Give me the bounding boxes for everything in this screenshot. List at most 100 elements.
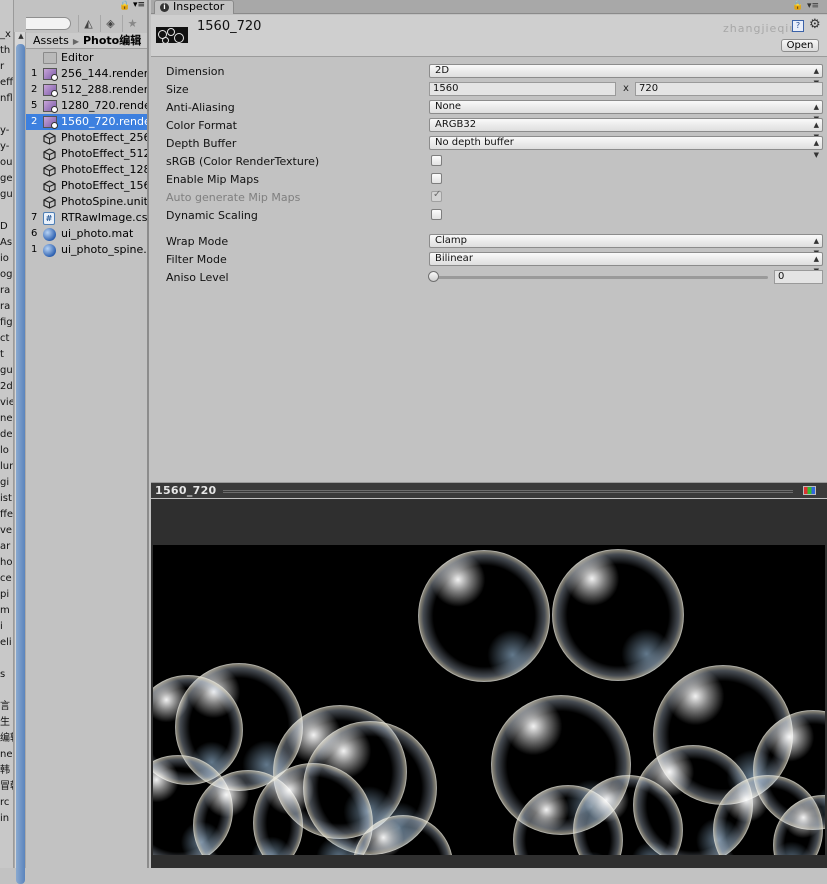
clipped-hierarchy-item[interactable]: ce bbox=[0, 571, 13, 587]
clipped-hierarchy-item[interactable]: D bbox=[0, 219, 13, 235]
clipped-hierarchy-item[interactable]: gu bbox=[0, 363, 13, 379]
filter-mode-dropdown[interactable]: Bilinear▲▼ bbox=[429, 252, 823, 275]
clipped-hierarchy-item[interactable]: th bbox=[0, 43, 13, 59]
aniso-level-slider-track[interactable] bbox=[433, 276, 768, 279]
file-list-item[interactable]: PhotoSpine.unity bbox=[26, 194, 149, 210]
preview-header[interactable]: 1560_720 bbox=[151, 482, 827, 498]
file-list-item[interactable]: 7 # RTRawImage.cs bbox=[26, 210, 147, 226]
clipped-hierarchy-item[interactable]: vie bbox=[0, 395, 13, 411]
aniso-level-slider-knob[interactable] bbox=[428, 271, 439, 282]
breadcrumb-assets[interactable]: Assets bbox=[33, 34, 69, 47]
srgb-checkbox[interactable] bbox=[431, 155, 442, 166]
clipped-hierarchy-item[interactable]: ge bbox=[0, 171, 13, 187]
clipped-hierarchy-item[interactable]: ar bbox=[0, 539, 13, 555]
clipped-hierarchy-item[interactable]: 韩 bbox=[0, 763, 13, 779]
clipped-hierarchy-item[interactable]: ho bbox=[0, 555, 13, 571]
clipped-hierarchy-item[interactable] bbox=[0, 203, 13, 219]
clipped-hierarchy-item[interactable]: lo bbox=[0, 443, 13, 459]
clipped-hierarchy-item[interactable]: r bbox=[0, 59, 13, 75]
help-icon[interactable]: ? bbox=[792, 20, 804, 32]
clipped-hierarchy-item[interactable]: fig bbox=[0, 315, 13, 331]
clipped-hierarchy-item[interactable]: y- bbox=[0, 123, 13, 139]
clipped-hierarchy-item[interactable]: i bbox=[0, 619, 13, 635]
filter-by-type-icon[interactable]: ◭ bbox=[78, 15, 98, 32]
depth-buffer-dropdown[interactable]: No depth buffer ▲ ▼ bbox=[429, 136, 823, 159]
clipped-hierarchy-item[interactable]: eli bbox=[0, 635, 13, 651]
anti-aliasing-dropdown[interactable]: None▲▼ bbox=[429, 100, 823, 123]
preview-drag-handle[interactable] bbox=[223, 490, 793, 493]
color-format-dropdown[interactable]: ARGB32▲▼ bbox=[429, 118, 823, 141]
file-list-item[interactable]: PhotoEffect_256 bbox=[26, 130, 147, 146]
search-input[interactable] bbox=[26, 17, 71, 30]
clipped-hierarchy-item[interactable]: ne bbox=[0, 747, 13, 763]
checkmark-icon: ✓ bbox=[433, 189, 442, 200]
clipped-hierarchy-item[interactable]: de bbox=[0, 427, 13, 443]
clipped-hierarchy-item[interactable]: lun bbox=[0, 459, 13, 475]
favorites-star-icon[interactable]: ★ bbox=[122, 15, 142, 32]
breadcrumb-folder[interactable]: Photo编辑 bbox=[83, 34, 141, 47]
clipped-hierarchy-item[interactable]: 言 bbox=[0, 699, 13, 715]
enable-mip-maps-checkbox[interactable] bbox=[431, 173, 442, 184]
clipped-hierarchy-item[interactable]: t bbox=[0, 347, 13, 363]
clipped-hierarchy-item[interactable] bbox=[0, 651, 13, 667]
scroll-up-arrow-icon[interactable]: ▲ bbox=[16, 32, 26, 42]
file-list-item[interactable]: 6 ui_photo.mat bbox=[26, 226, 147, 242]
dimension-dropdown[interactable]: 2D▲▼ bbox=[429, 64, 823, 87]
clipped-hierarchy-item[interactable]: As bbox=[0, 235, 13, 251]
file-list-item[interactable]: PhotoEffect_512 bbox=[26, 146, 147, 162]
clipped-hierarchy-item[interactable]: ffe bbox=[0, 507, 13, 523]
rgb-channel-icon[interactable] bbox=[803, 486, 816, 495]
clipped-hierarchy-item[interactable]: ou bbox=[0, 155, 13, 171]
wrap-mode-dropdown[interactable]: Clamp▲▼ bbox=[429, 234, 823, 257]
clipped-hierarchy-item[interactable]: io bbox=[0, 251, 13, 267]
lock-icon[interactable]: 🔒 bbox=[119, 1, 130, 11]
clipped-hierarchy-item[interactable]: y- bbox=[0, 139, 13, 155]
clipped-hierarchy-item[interactable] bbox=[0, 107, 13, 123]
clipped-hierarchy-item[interactable]: gu bbox=[0, 187, 13, 203]
open-button[interactable]: Open bbox=[781, 39, 819, 52]
file-list-item[interactable]: 5 1280_720.renderTexture bbox=[26, 98, 147, 114]
clipped-hierarchy-item[interactable]: 生 bbox=[0, 715, 13, 731]
tab-inspector[interactable]: i Inspector bbox=[154, 0, 234, 14]
file-list-item[interactable]: 2 1560_720.renderTexture bbox=[26, 114, 147, 130]
project-tree-scrollbar[interactable]: ▲ bbox=[14, 32, 26, 884]
file-list-item[interactable]: 2 512_288.renderTexture bbox=[26, 82, 147, 98]
clipped-hierarchy-item[interactable]: rc bbox=[0, 795, 13, 811]
file-list-item[interactable]: Editor bbox=[26, 50, 147, 66]
clipped-hierarchy-item[interactable]: 2d bbox=[0, 379, 13, 395]
clipped-hierarchy-item[interactable]: gi bbox=[0, 475, 13, 491]
scrollbar-thumb[interactable] bbox=[16, 44, 25, 884]
menu-icon[interactable]: ▾≡ bbox=[807, 1, 819, 11]
size-width-field[interactable]: 1560 bbox=[429, 82, 616, 96]
menu-icon[interactable]: ▾≡ bbox=[133, 0, 145, 10]
file-name: PhotoSpine.unity bbox=[61, 195, 149, 208]
filter-by-label-icon[interactable]: ◈ bbox=[100, 15, 120, 32]
clipped-hierarchy-item[interactable]: og bbox=[0, 267, 13, 283]
file-list-item[interactable]: 1 ui_photo_spine.mat bbox=[26, 242, 147, 258]
clipped-hierarchy-item[interactable]: 编辑 bbox=[0, 731, 13, 747]
clipped-hierarchy-item[interactable]: ra bbox=[0, 299, 13, 315]
size-height-field[interactable]: 720 bbox=[635, 82, 823, 96]
clipped-hierarchy-item[interactable]: ne bbox=[0, 411, 13, 427]
clipped-hierarchy-item[interactable]: ve bbox=[0, 523, 13, 539]
clipped-hierarchy-item[interactable]: s bbox=[0, 667, 13, 683]
lock-icon[interactable]: 🔒 bbox=[792, 1, 803, 11]
file-list-item[interactable]: PhotoEffect_1560 bbox=[26, 178, 147, 194]
file-list-item[interactable]: PhotoEffect_1280 bbox=[26, 162, 147, 178]
clipped-hierarchy-item[interactable]: 冒朝 bbox=[0, 779, 13, 795]
clipped-hierarchy-item[interactable]: pi bbox=[0, 587, 13, 603]
clipped-hierarchy-item[interactable]: in bbox=[0, 811, 13, 827]
dynamic-scaling-checkbox[interactable] bbox=[431, 209, 442, 220]
clipped-hierarchy-item[interactable]: _x bbox=[0, 27, 13, 43]
clipped-hierarchy-item[interactable]: ra bbox=[0, 283, 13, 299]
file-list-item[interactable]: 1 256_144.renderTexture bbox=[26, 66, 147, 82]
clipped-hierarchy-item[interactable]: ct bbox=[0, 331, 13, 347]
clipped-hierarchy-item[interactable]: nfl bbox=[0, 91, 13, 107]
aniso-level-field[interactable]: 0 bbox=[774, 270, 823, 284]
clipped-hierarchy-item[interactable]: eff bbox=[0, 75, 13, 91]
size-label: Size bbox=[166, 83, 189, 96]
clipped-hierarchy-item[interactable]: m bbox=[0, 603, 13, 619]
gear-icon[interactable]: ⚙ bbox=[809, 17, 821, 32]
clipped-hierarchy-item[interactable]: ist bbox=[0, 491, 13, 507]
clipped-hierarchy-item[interactable] bbox=[0, 683, 13, 699]
